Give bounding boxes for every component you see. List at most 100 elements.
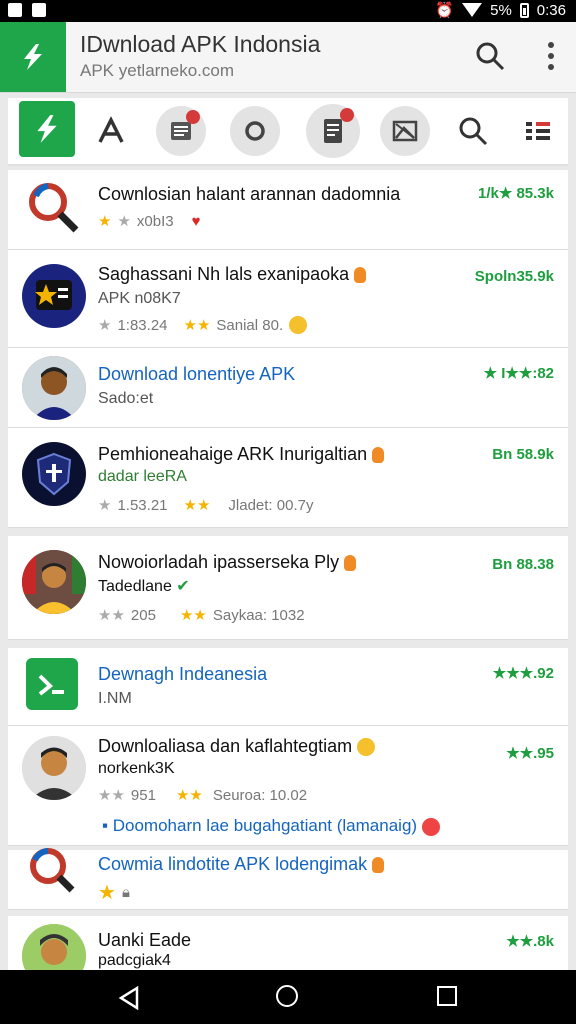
item-title: Download lonentiye APK <box>98 364 296 384</box>
flame-icon <box>372 857 385 874</box>
list-item[interactable]: Cowmia lindotite APK lodengimak ★ 🔒︎ <box>8 848 568 910</box>
search-icon[interactable] <box>474 40 506 77</box>
tab-home[interactable] <box>19 101 75 157</box>
tab-refresh[interactable] <box>230 106 280 156</box>
navigation-bar <box>0 970 576 1024</box>
list-item[interactable]: Nowoiorladah ipasserseka Ply Tadedlane ✔… <box>8 536 568 640</box>
item-rating: ★ I★★:82 <box>483 365 554 382</box>
battery-text: 5% <box>490 1 512 19</box>
list-icon <box>526 122 550 140</box>
item-title: Downloaliasa dan kaflahtegtiam <box>98 736 376 757</box>
item-rating: Bn 58.9k <box>492 446 554 463</box>
item-subtitle: I.NM <box>98 690 132 707</box>
back-icon[interactable] <box>118 985 140 1015</box>
star-icon: ★ <box>117 213 131 230</box>
a-letter-icon <box>98 116 124 143</box>
list-item[interactable]: Download lonentiye APK Sado:et ★ I★★:82 <box>8 348 568 428</box>
recent-apps-icon[interactable] <box>437 986 457 1006</box>
overflow-menu-icon[interactable] <box>548 42 554 75</box>
lock-icon: 🔒︎ <box>121 884 130 901</box>
tab-list[interactable] <box>513 106 563 156</box>
item-subtitle: padcgiak4 <box>98 952 171 969</box>
flame-icon <box>344 555 357 572</box>
item-title: Cownlosian halant arannan dadomnia <box>98 184 401 204</box>
star-icon: ★★ <box>183 317 211 334</box>
tab-document[interactable] <box>306 104 360 158</box>
list-item[interactable]: Cownlosian halant arannan dadomnia ★ ★ x0… <box>8 170 568 250</box>
item-title: Pemhioneahaige ARK Inurigaltian <box>98 444 385 465</box>
emoji-icon <box>357 738 376 757</box>
app-icon <box>22 264 86 328</box>
notification-icon <box>32 3 46 17</box>
app-logo-icon[interactable] <box>0 22 66 92</box>
star-icon: ★ <box>98 497 112 514</box>
item-rating: ★★.95 <box>506 745 554 762</box>
tab-bar <box>8 98 568 166</box>
search-app-icon <box>29 183 79 233</box>
camera-icon <box>8 3 22 17</box>
item-rating: ★★★.92 <box>492 665 554 682</box>
item-subtitle: norkenk3K <box>98 760 175 777</box>
list-item[interactable]: Downloaliasa dan kaflahtegtiam norkenk3K… <box>8 726 568 846</box>
app-url: APK yetlarneko.com <box>80 61 235 80</box>
app-icon <box>22 442 86 506</box>
search-icon <box>459 117 488 146</box>
star-icon: ★ <box>98 882 116 904</box>
notification-badge <box>186 110 200 124</box>
notification-badge <box>340 108 354 122</box>
item-title: Nowoiorladah ipasserseka Ply <box>98 552 357 573</box>
item-rating: Bn 88.38 <box>492 556 554 573</box>
list-item[interactable]: Dewnagh Indeanesia I.NM ★★★.92 <box>8 648 568 726</box>
item-meta: ★ 1:83.24 ★★ Sanial 80. <box>98 316 308 334</box>
flame-icon <box>354 267 367 284</box>
heart-icon: ♥ <box>191 212 201 230</box>
list-item[interactable]: Saghassani Nh lals exanipaoka APK n08K7 … <box>8 250 568 348</box>
star-icon: ★★ <box>98 787 125 804</box>
tab-news[interactable] <box>156 106 206 156</box>
item-meta: ★ 🔒︎ <box>98 880 130 905</box>
emoji-icon <box>421 817 440 836</box>
star-icon: ★★ <box>183 497 211 514</box>
app-title: IDwnload APK Indonsia <box>80 31 321 57</box>
emoji-icon <box>289 316 308 334</box>
item-rating: ★★.8k <box>506 933 554 950</box>
home-icon[interactable] <box>276 985 298 1007</box>
verified-icon: ✔ <box>176 578 190 595</box>
document-icon <box>324 119 342 143</box>
item-subtitle: Sado:et <box>98 390 154 407</box>
item-title: Dewnagh Indeanesia <box>98 664 268 684</box>
star-icon: ★★ <box>175 787 203 804</box>
wifi-icon <box>462 3 483 17</box>
star-icon: ★★ <box>98 607 125 624</box>
item-meta: ★★ 951 ★★ Seuroa: 10.02 <box>98 786 308 805</box>
app-icon <box>26 658 78 710</box>
list-item[interactable]: Pemhioneahaige ARK Inurigaltian dadar le… <box>8 428 568 528</box>
item-rating: 1/k★ 85.3k <box>477 185 554 202</box>
item-title: Cowmia lindotite APK lodengimak <box>98 854 385 875</box>
list-item[interactable]: Uanki Eade padcgiak4 ★★.8k <box>8 916 568 988</box>
item-rating: Spoln35.9k <box>474 268 554 285</box>
tab-gallery[interactable] <box>380 106 430 156</box>
item-meta: ★ 1.53.21 ★★ Jladet: 00.7y <box>98 496 314 515</box>
item-title: Uanki Eade <box>98 930 192 950</box>
star-icon: ★★ <box>179 607 207 624</box>
item-meta: ★★ 205 ★★ Saykaa: 1032 <box>98 606 305 625</box>
app-bar: IDwnload APK Indonsia APK yetlarneko.com <box>0 22 576 93</box>
tab-search[interactable] <box>448 106 498 156</box>
star-icon: ★ <box>98 317 112 334</box>
battery-icon <box>519 2 529 18</box>
flame-icon <box>372 447 385 464</box>
image-icon <box>392 120 418 142</box>
item-subtitle: Tadedlane ✔ <box>98 578 190 595</box>
item-subtitle: APK n08K7 <box>98 290 181 307</box>
status-bar: ⏰ 5% 0:36 <box>0 0 576 22</box>
item-subtitle: dadar leeRA <box>98 468 187 485</box>
item-meta: ★ ★ x0bI3 ♥ <box>98 212 201 231</box>
clock: 0:36 <box>536 1 566 19</box>
avatar <box>22 736 86 800</box>
alarm-icon: ⏰ <box>435 2 455 19</box>
tab-apps[interactable] <box>86 106 136 156</box>
search-app-icon <box>30 848 75 893</box>
star-icon: ★ <box>98 213 112 230</box>
item-link[interactable]: ▪ Doomoharn lae bugahgatiant (lamanaig) <box>102 816 440 836</box>
